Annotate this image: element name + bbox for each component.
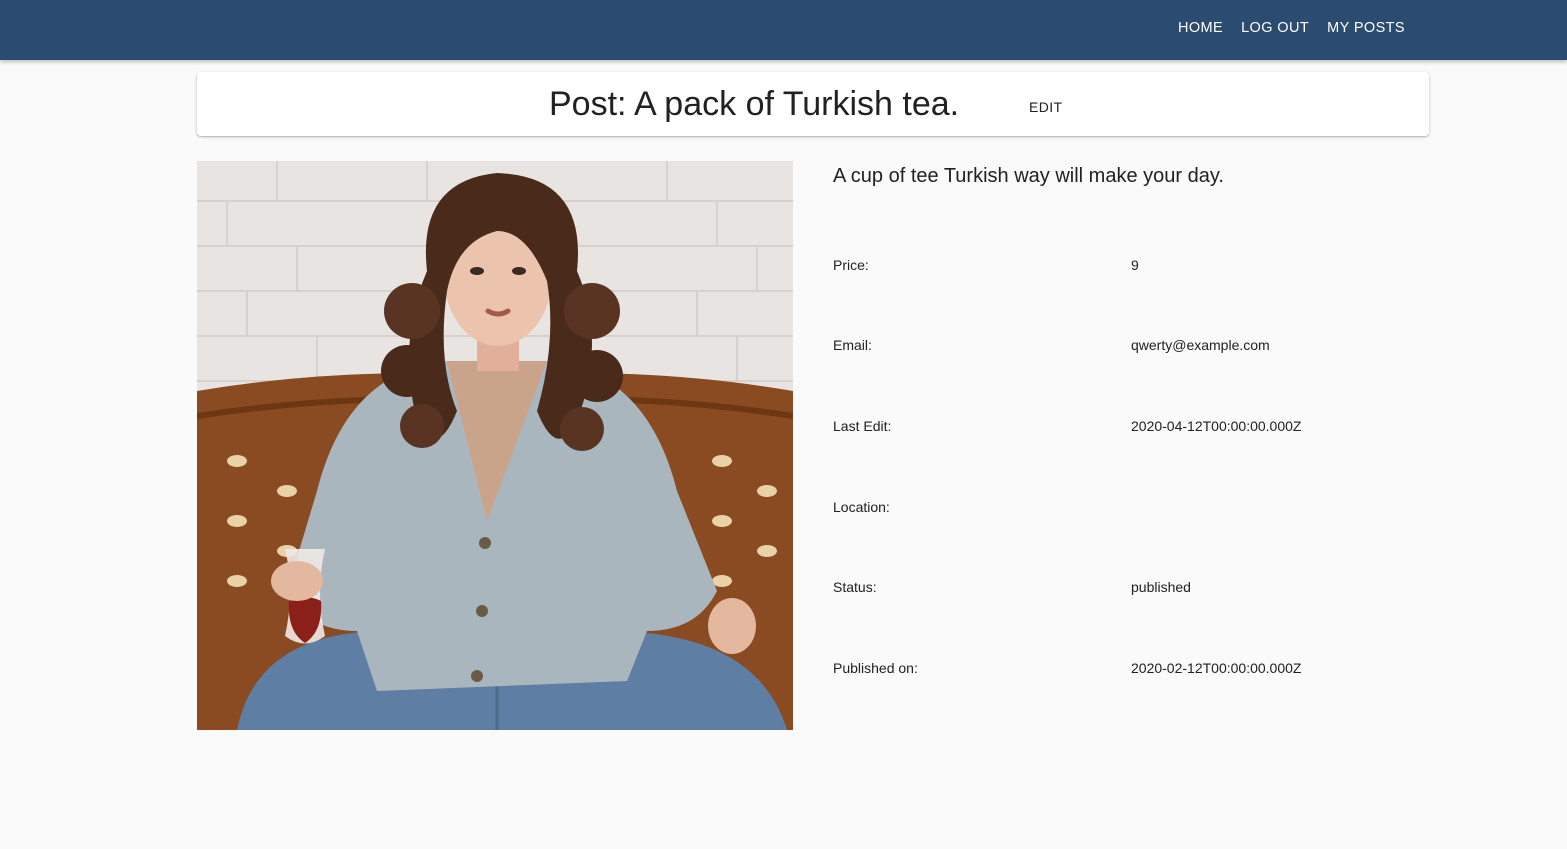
price-label: Price:	[833, 257, 869, 273]
status-label: Status:	[833, 579, 877, 595]
edit-post-button[interactable]: EDIT	[1017, 93, 1075, 121]
app-bar: HOME LOG OUT MY POSTS	[0, 0, 1567, 60]
nav-my-posts-link[interactable]: MY POSTS	[1327, 20, 1405, 36]
post-photo-illustration	[197, 161, 793, 730]
nav-home-link[interactable]: HOME	[1178, 20, 1223, 36]
last-edit-value: 2020-04-12T00:00:00.000Z	[1131, 418, 1302, 434]
location-label: Location:	[833, 499, 890, 515]
post-title: Post: A pack of Turkish tea.	[549, 85, 960, 123]
post-details: A cup of tee Turkish way will make your …	[833, 161, 1429, 676]
published-on-value: 2020-02-12T00:00:00.000Z	[1131, 660, 1302, 676]
top-nav: HOME LOG OUT MY POSTS	[1178, 0, 1405, 56]
status-value: published	[1131, 579, 1191, 595]
post-image	[197, 161, 793, 730]
email-value: qwerty@example.com	[1131, 337, 1270, 353]
post-title-card: Post: A pack of Turkish tea. EDIT	[197, 72, 1429, 136]
last-edit-label: Last Edit:	[833, 418, 892, 434]
nav-logout-link[interactable]: LOG OUT	[1241, 20, 1309, 36]
post-description: A cup of tee Turkish way will make your …	[833, 165, 1224, 187]
published-on-label: Published on:	[833, 660, 918, 676]
price-value: 9	[1131, 257, 1139, 273]
email-label: Email:	[833, 337, 872, 353]
